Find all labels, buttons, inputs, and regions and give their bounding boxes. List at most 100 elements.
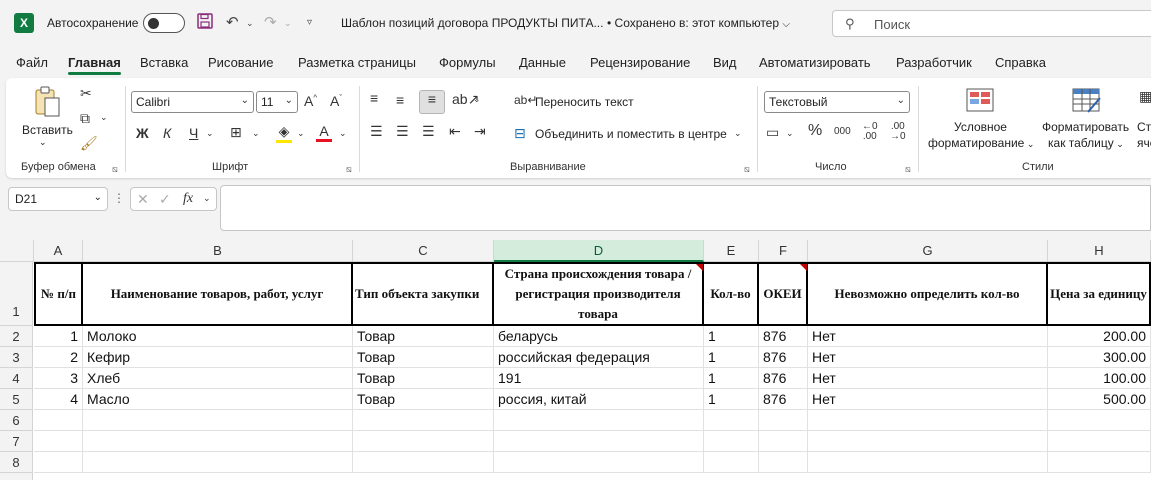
header-cell[interactable]: № п/п <box>34 262 83 326</box>
row-header[interactable]: 2 <box>0 326 33 347</box>
undo-icon[interactable]: ↶ <box>226 13 239 33</box>
format-as-table-button[interactable]: как таблицу ⌄ <box>1048 136 1124 150</box>
decrease-indent-icon[interactable]: ⇤ <box>449 123 461 140</box>
orientation-dropdown-icon[interactable]: ⌄ <box>473 94 481 105</box>
header-cell[interactable]: Страна происхождения товара / регистраци… <box>494 262 704 326</box>
customize-toolbar-icon[interactable]: ▿ <box>307 13 312 33</box>
format-as-table-line1[interactable]: Форматировать <box>1042 120 1129 134</box>
merge-center-button[interactable]: Объединить и поместить в центре <box>535 127 727 141</box>
save-icon[interactable] <box>197 13 213 35</box>
column-header-f[interactable]: F <box>759 240 808 262</box>
currency-dropdown-icon[interactable]: ⌄ <box>786 128 794 139</box>
paste-icon[interactable] <box>32 86 62 118</box>
font-color-icon[interactable]: A <box>316 123 332 142</box>
copy-dropdown-icon[interactable]: ⌄ <box>100 112 108 123</box>
select-all-corner[interactable] <box>0 240 34 262</box>
tab-formulas[interactable]: Формулы <box>439 55 496 70</box>
cancel-formula-icon[interactable]: ✕ <box>137 191 149 208</box>
redo-dropdown-icon[interactable]: ⌄ <box>284 13 292 33</box>
spreadsheet-grid[interactable]: A B C D E F G H 1 2 3 4 5 6 7 8 № п/п На… <box>0 240 1151 480</box>
align-center-icon[interactable]: ☰ <box>396 123 409 140</box>
percent-button[interactable]: % <box>808 122 822 140</box>
column-header-c[interactable]: C <box>353 240 494 262</box>
empty-cell[interactable] <box>704 431 759 452</box>
empty-cell[interactable] <box>808 410 1048 431</box>
search-box[interactable]: ⚲ Поиск <box>832 10 1151 37</box>
bold-button[interactable]: Ж <box>136 125 149 141</box>
number-format-select[interactable]: Текстовый ⌄ <box>764 91 910 113</box>
cell-number[interactable]: 1 <box>34 326 83 347</box>
saved-status[interactable]: • Сохранено в: этот компьютер ⌵ <box>607 16 790 30</box>
align-right-icon[interactable]: ☰ <box>422 123 435 140</box>
row-header[interactable]: 8 <box>0 452 33 473</box>
header-cell[interactable]: ОКЕИ <box>759 262 808 326</box>
empty-cell[interactable] <box>704 452 759 473</box>
autosave-toggle[interactable] <box>143 13 185 33</box>
empty-cell[interactable] <box>494 410 704 431</box>
empty-cell[interactable] <box>759 410 808 431</box>
cell-type[interactable]: Товар <box>353 347 494 368</box>
cell-type[interactable]: Товар <box>353 368 494 389</box>
empty-cell[interactable] <box>759 452 808 473</box>
increase-indent-icon[interactable]: ⇥ <box>474 123 486 140</box>
conditional-formatting-line1[interactable]: Условное <box>954 120 1007 134</box>
empty-cell[interactable] <box>34 452 83 473</box>
tab-view[interactable]: Вид <box>713 55 737 70</box>
column-header-d[interactable]: D <box>494 240 704 262</box>
cell-number[interactable]: 4 <box>34 389 83 410</box>
cell-number[interactable]: 3 <box>34 368 83 389</box>
fill-color-dropdown-icon[interactable]: ⌄ <box>297 128 305 139</box>
empty-cell[interactable] <box>704 410 759 431</box>
row-header[interactable]: 4 <box>0 368 33 389</box>
align-bottom-icon[interactable]: ≡ <box>419 90 445 114</box>
header-cell[interactable]: Наименование товаров, работ, услуг <box>83 262 353 326</box>
empty-cell[interactable] <box>1048 452 1151 473</box>
clipboard-launcher-icon[interactable]: ⧅ <box>112 164 118 175</box>
row-header[interactable]: 1 <box>0 262 33 326</box>
empty-cell[interactable] <box>1048 410 1151 431</box>
empty-cell[interactable] <box>808 431 1048 452</box>
empty-cell[interactable] <box>83 452 353 473</box>
tab-automate[interactable]: Автоматизировать <box>759 55 871 70</box>
empty-cell[interactable] <box>83 431 353 452</box>
cell-styles-line1[interactable]: Сти <box>1137 120 1151 134</box>
thousands-separator-button[interactable]: 000 <box>834 126 851 137</box>
empty-cell[interactable] <box>34 410 83 431</box>
cell-country[interactable]: 191 <box>494 368 704 389</box>
column-header-h[interactable]: H <box>1048 240 1151 262</box>
confirm-formula-icon[interactable]: ✓ <box>159 191 171 208</box>
tab-home[interactable]: Главная <box>68 55 121 75</box>
cell-name[interactable]: Хлеб <box>83 368 353 389</box>
increase-decimal-icon[interactable]: ←0.00 <box>862 122 878 142</box>
fill-color-icon[interactable]: ◈ <box>276 123 292 143</box>
redo-icon[interactable]: ↷ <box>264 13 277 33</box>
empty-cell[interactable] <box>353 431 494 452</box>
copy-icon[interactable]: ⧉ <box>80 110 90 127</box>
document-title[interactable]: Шаблон позиций договора ПРОДУКТЫ ПИТА... <box>341 16 603 30</box>
cell-price[interactable]: 200.00 <box>1048 326 1151 347</box>
cell-type[interactable]: Товар <box>353 389 494 410</box>
row-header[interactable]: 3 <box>0 347 33 368</box>
insert-function-button[interactable]: fx <box>183 191 193 207</box>
cell-type[interactable]: Товар <box>353 326 494 347</box>
format-painter-icon[interactable]: 🖌 <box>80 135 98 152</box>
cell-price[interactable]: 100.00 <box>1048 368 1151 389</box>
tab-page-layout[interactable]: Разметка страницы <box>298 55 416 70</box>
row-header[interactable] <box>0 473 33 480</box>
column-header-b[interactable]: B <box>83 240 353 262</box>
cell-styles-line2[interactable]: яче <box>1137 136 1151 150</box>
font-launcher-icon[interactable]: ⧅ <box>346 164 352 175</box>
cell-price[interactable]: 300.00 <box>1048 347 1151 368</box>
column-header-a[interactable]: A <box>34 240 83 262</box>
cell-name[interactable]: Кефир <box>83 347 353 368</box>
align-left-icon[interactable]: ☰ <box>370 123 383 140</box>
header-cell[interactable]: Невозможно определить кол-во <box>808 262 1048 326</box>
function-dropdown-icon[interactable]: ⌄ <box>203 193 211 204</box>
header-cell[interactable]: Цена за единицу <box>1048 262 1151 326</box>
decrease-font-icon[interactable]: Aˇ <box>330 93 342 109</box>
decrease-decimal-icon[interactable]: .00 →0 <box>890 122 906 142</box>
cell-name[interactable]: Молоко <box>83 326 353 347</box>
cell-undetermined[interactable]: Нет <box>808 326 1048 347</box>
empty-cell[interactable] <box>1048 431 1151 452</box>
cell-quantity[interactable]: 1 <box>704 389 759 410</box>
